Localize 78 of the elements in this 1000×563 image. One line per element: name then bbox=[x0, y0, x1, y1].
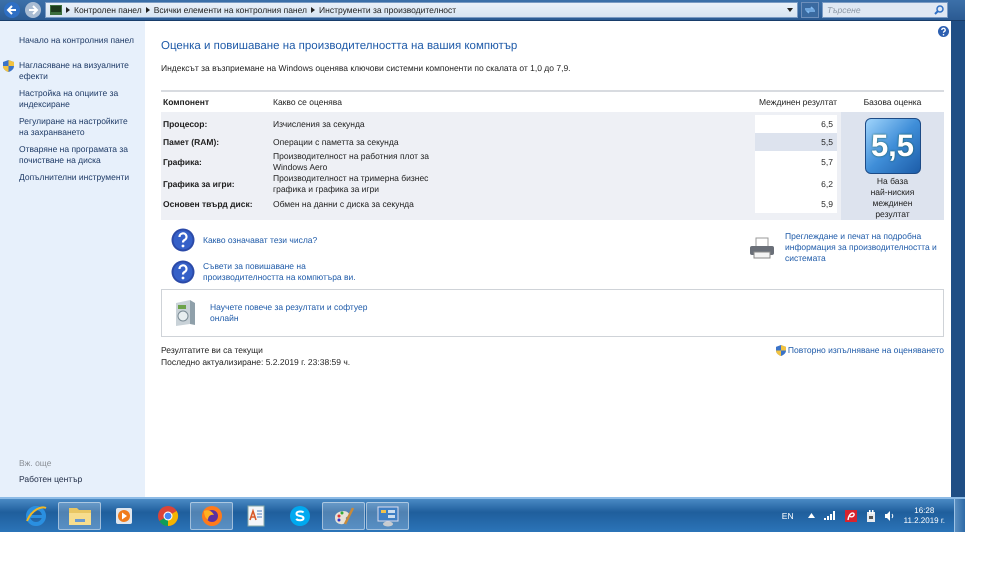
help-link[interactable]: Съвети за повишаване на производителността на компютъра ви. bbox=[203, 261, 378, 283]
table-cell-text: Операции с паметта за секунда bbox=[273, 136, 400, 148]
column-header: Базова оценка bbox=[862, 97, 922, 107]
table-cell-text: Изчисления за секунда bbox=[273, 118, 366, 130]
score-caption: На база най-ниския междинен резултат bbox=[870, 176, 914, 220]
table-cell-text: Процесор: bbox=[162, 119, 208, 129]
refresh-button[interactable] bbox=[801, 2, 819, 18]
intro-text: Индексът за възприемане на Windows оценява ключови системни компоненти по скалата от 1,0 до 7,9. bbox=[161, 63, 572, 73]
sidebar-link[interactable]: Регулиране на настройките на захранването bbox=[19, 116, 137, 138]
column-header: Какво се оценява bbox=[273, 96, 343, 108]
table-cell: 6,5 bbox=[755, 115, 837, 133]
speaker-icon[interactable] bbox=[884, 510, 895, 520]
table-cell-text: Основен твърд диск: bbox=[162, 199, 254, 209]
document-icon bbox=[246, 504, 266, 526]
breadcrumb[interactable]: Контролен панел bbox=[74, 5, 142, 15]
power-plug-icon[interactable] bbox=[866, 510, 876, 522]
table-cell: 6,2 bbox=[755, 173, 837, 195]
rerun-link[interactable]: Повторно изпълняване на оценяването bbox=[788, 345, 944, 356]
address-field[interactable]: Контролен панел Всички елементи на контролния панел Инструменти за производителност bbox=[45, 2, 798, 18]
taskbar-button[interactable] bbox=[322, 502, 365, 530]
signal-bars-icon[interactable] bbox=[824, 511, 836, 520]
chevron-icon[interactable] bbox=[146, 7, 150, 13]
refresh-icon bbox=[804, 5, 816, 15]
dropdown-arrow-icon[interactable] bbox=[787, 8, 793, 12]
sidebar-link[interactable]: Допълнителни инструменти bbox=[19, 172, 137, 183]
table-cell-text: Обмен на данни с диска за секунда bbox=[273, 198, 415, 210]
help-icon bbox=[171, 228, 195, 252]
back-button[interactable] bbox=[3, 1, 21, 19]
table-cell-text: Графика: bbox=[162, 157, 203, 167]
breadcrumb[interactable]: Инструменти за производителност bbox=[319, 5, 456, 15]
clock-time[interactable]: 16:28 bbox=[914, 506, 934, 516]
column-header: Компонент bbox=[162, 97, 210, 107]
fox-globe-icon bbox=[200, 504, 222, 526]
show-desktop-button[interactable] bbox=[954, 499, 965, 532]
search-icon bbox=[934, 5, 944, 15]
play-icon bbox=[114, 506, 134, 526]
sidebar-link[interactable]: Настройка на опциите за индексиране bbox=[19, 88, 137, 110]
shield-icon bbox=[776, 345, 786, 356]
shield-icon bbox=[3, 60, 14, 72]
letter-e-icon bbox=[24, 504, 48, 528]
sidebar-link[interactable]: Работен център bbox=[19, 474, 145, 484]
page-title: Оценка и повишаване на производителността на вашия компютър bbox=[161, 40, 518, 52]
learn-more-link[interactable]: Научете повече за резултати и софтуер онлайн bbox=[210, 302, 385, 324]
help-icon bbox=[171, 260, 195, 284]
table-cell: 5,7 bbox=[755, 151, 837, 173]
print-link[interactable]: Преглеждане и печат на подробна информация за производителността и системата bbox=[785, 231, 944, 264]
printer-icon bbox=[749, 237, 775, 259]
score-badge: 5,5 bbox=[864, 118, 920, 174]
sidebar-link[interactable]: Отваряне на програмата за почистване на диска bbox=[19, 144, 137, 166]
help-link[interactable]: Какво означават тези числа? bbox=[203, 234, 378, 246]
table-cell-text: Памет (RAM): bbox=[162, 137, 220, 147]
chat-logo-icon bbox=[288, 504, 310, 526]
table-cell-text: Графика за игри: bbox=[162, 179, 236, 189]
monitor-icon bbox=[376, 504, 400, 526]
taskbar-button[interactable] bbox=[58, 502, 101, 530]
table-cell-text: Производителност на работния плот за Windows Aero bbox=[273, 151, 430, 173]
language-indicator[interactable]: EN bbox=[782, 510, 794, 520]
browser-circle-icon bbox=[156, 504, 178, 526]
search-field[interactable]: Търсене bbox=[822, 2, 948, 18]
sidebar-link[interactable]: Нагласяване на визуалните ефекти bbox=[19, 60, 137, 82]
breadcrumb[interactable]: Всички елементи на контролния панел bbox=[154, 5, 308, 15]
chevron-icon[interactable] bbox=[66, 7, 70, 13]
control-panel-icon bbox=[50, 5, 62, 15]
forward-button[interactable] bbox=[24, 1, 42, 19]
show-hidden-icons-icon[interactable] bbox=[808, 513, 815, 518]
table-cell: 5,5 bbox=[755, 133, 837, 151]
taskbar-button[interactable] bbox=[190, 502, 233, 530]
table-cell: 5,9 bbox=[755, 195, 837, 213]
table-cell-text: Производителност на тримерна бизнес графика и графика за игри bbox=[273, 173, 430, 195]
chevron-icon[interactable] bbox=[311, 7, 316, 13]
column-header: Междинен резултат bbox=[759, 97, 838, 107]
taskbar-button[interactable] bbox=[366, 502, 409, 530]
sidebar-link[interactable]: Начало на контролния панел bbox=[19, 35, 137, 46]
status-text: Последно актуализиране: 5.2.2019 г. 23:38:59 ч. bbox=[161, 357, 350, 367]
help-icon[interactable] bbox=[938, 26, 949, 37]
see-also-heading: Вж. още bbox=[19, 458, 52, 468]
clock-date[interactable]: 11.2.2019 г. bbox=[904, 516, 945, 526]
status-text: Резултатите ви са текущи bbox=[161, 345, 264, 355]
